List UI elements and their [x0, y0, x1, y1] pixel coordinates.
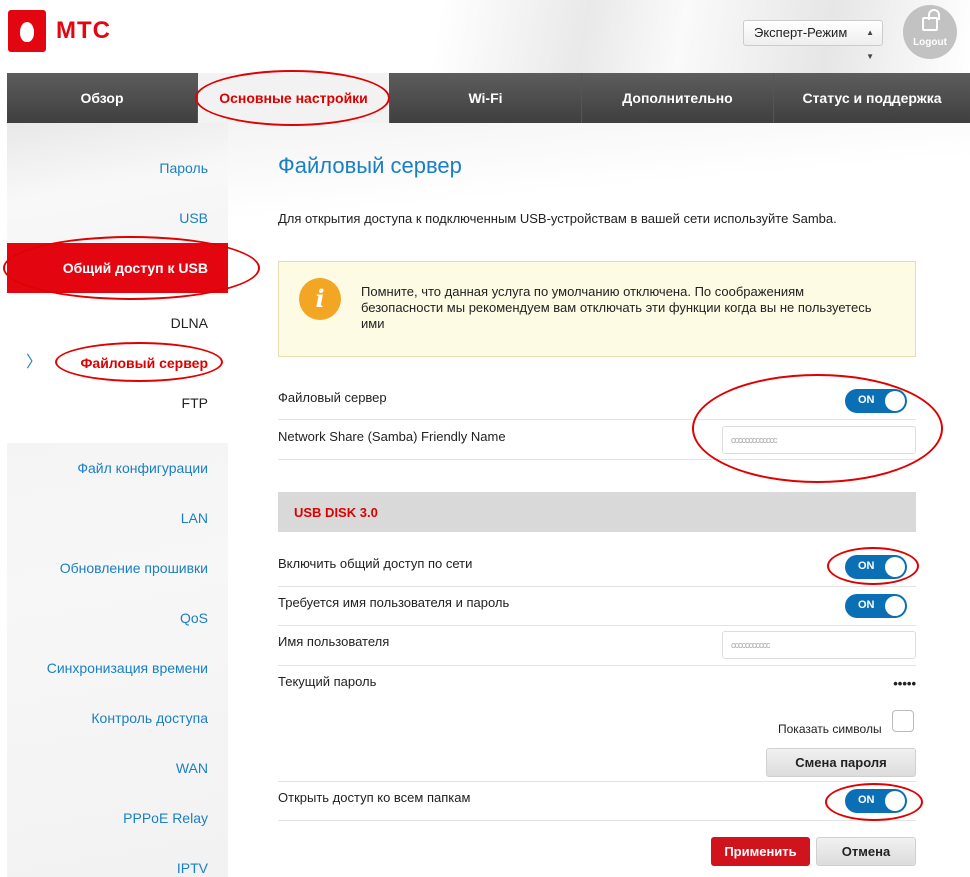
toggle-state: ON	[858, 394, 875, 406]
notice-box: i Помните, что данная услуга по умолчани…	[278, 261, 916, 357]
sidebar-item-iptv[interactable]: IPTV	[7, 843, 228, 877]
cancel-button[interactable]: Отмена	[816, 837, 916, 866]
change-password-button[interactable]: Смена пароля	[766, 748, 916, 777]
chevron-down-icon: ▲ ▼	[866, 28, 874, 61]
open-all-folders-row: Открыть доступ ко всем папкам ON	[278, 782, 916, 821]
file-server-row: Файловый сервер ON	[278, 381, 916, 420]
toggle-state: ON	[858, 794, 875, 806]
sidebar-item-time-sync[interactable]: Синхронизация времени	[7, 643, 228, 693]
sidebar-item-pppoe-relay[interactable]: PPPoE Relay	[7, 793, 228, 843]
username-label: Имя пользователя	[278, 634, 390, 649]
open-all-folders-label: Открыть доступ ко всем папкам	[278, 790, 471, 805]
file-server-toggle[interactable]: ON	[845, 389, 907, 413]
require-credentials-row: Требуется имя пользователя и пароль ON	[278, 587, 916, 626]
apply-button[interactable]: Применить	[711, 837, 810, 866]
intro-text: Для открытия доступа к подключенным USB-…	[278, 211, 837, 226]
share-network-row: Включить общий доступ по сети ON	[278, 548, 916, 587]
share-network-toggle[interactable]: ON	[845, 555, 907, 579]
tab-wifi[interactable]: Wi-Fi	[390, 73, 582, 123]
lock-icon	[922, 9, 940, 31]
share-network-label: Включить общий доступ по сети	[278, 556, 473, 571]
sidebar-item-wan[interactable]: WAN	[7, 743, 228, 793]
friendly-name-input[interactable]: ccccccccccccc	[722, 426, 916, 454]
sidebar-item-password[interactable]: Пароль	[7, 143, 228, 193]
username-input[interactable]: ccccccccccc	[722, 631, 916, 659]
username-row: Имя пользователя ccccccccccc	[278, 626, 916, 666]
tab-basic-settings[interactable]: Основные настройки	[198, 73, 390, 123]
friendly-name-label: Network Share (Samba) Friendly Name	[278, 429, 506, 444]
usb-disk-section-header: USB DISK 3.0	[278, 492, 916, 532]
sidebar: Пароль USB Общий доступ к USB DLNA 〉 Фай…	[7, 123, 228, 877]
sidebar-item-usb[interactable]: USB	[7, 193, 228, 243]
sidebar-item-config-file[interactable]: Файл конфигурации	[7, 443, 228, 493]
sidebar-item-lan[interactable]: LAN	[7, 493, 228, 543]
mode-select[interactable]: Эксперт-Режим ▲ ▼	[743, 20, 883, 61]
sidebar-item-firmware-update[interactable]: Обновление прошивки	[7, 543, 228, 593]
toggle-state: ON	[858, 560, 875, 572]
sidebar-item-access-control[interactable]: Контроль доступа	[7, 693, 228, 743]
page-title: Файловый сервер	[278, 153, 462, 178]
toggle-knob	[885, 391, 905, 411]
header: МТС Эксперт-Режим ▲ ▼ Logout	[0, 0, 970, 73]
toggle-state: ON	[858, 599, 875, 611]
friendly-name-row: Network Share (Samba) Friendly Name cccc…	[278, 420, 916, 460]
password-value[interactable]: •••••	[893, 676, 916, 691]
tab-overview[interactable]: Обзор	[7, 73, 198, 123]
usb-disk-title: USB DISK 3.0	[294, 505, 378, 520]
logout-label: Logout	[913, 37, 947, 48]
open-all-folders-toggle[interactable]: ON	[845, 789, 907, 813]
password-row: Текущий пароль •••••	[278, 666, 916, 704]
password-label: Текущий пароль	[278, 674, 377, 689]
main-content: Файловый сервер Для открытия доступа к п…	[228, 123, 970, 877]
info-icon: i	[299, 278, 341, 320]
mts-egg-icon	[8, 10, 46, 52]
toggle-knob	[885, 557, 905, 577]
require-credentials-toggle[interactable]: ON	[845, 594, 907, 618]
tab-status-support[interactable]: Статус и поддержка	[774, 73, 970, 123]
toggle-knob	[885, 791, 905, 811]
mode-select-value: Эксперт-Режим	[754, 25, 848, 40]
brand-name: МТС	[56, 17, 111, 44]
sidebar-item-usb-sharing[interactable]: Общий доступ к USB	[7, 243, 228, 293]
sidebar-item-qos[interactable]: QoS	[7, 593, 228, 643]
mts-logo: МТС	[8, 10, 111, 52]
logout-button[interactable]: Logout	[903, 5, 957, 59]
notice-text: Помните, что данная услуга по умолчанию …	[361, 284, 872, 331]
require-credentials-label: Требуется имя пользователя и пароль	[278, 595, 510, 610]
main-nav: Обзор Основные настройки Wi-Fi Дополните…	[7, 73, 970, 123]
sidebar-usb-sharing-group: Общий доступ к USB DLNA 〉 Файловый серве…	[7, 243, 228, 443]
sidebar-item-ftp[interactable]: FTP	[7, 378, 228, 428]
toggle-knob	[885, 596, 905, 616]
tab-advanced[interactable]: Дополнительно	[582, 73, 774, 123]
file-server-label: Файловый сервер	[278, 390, 387, 405]
